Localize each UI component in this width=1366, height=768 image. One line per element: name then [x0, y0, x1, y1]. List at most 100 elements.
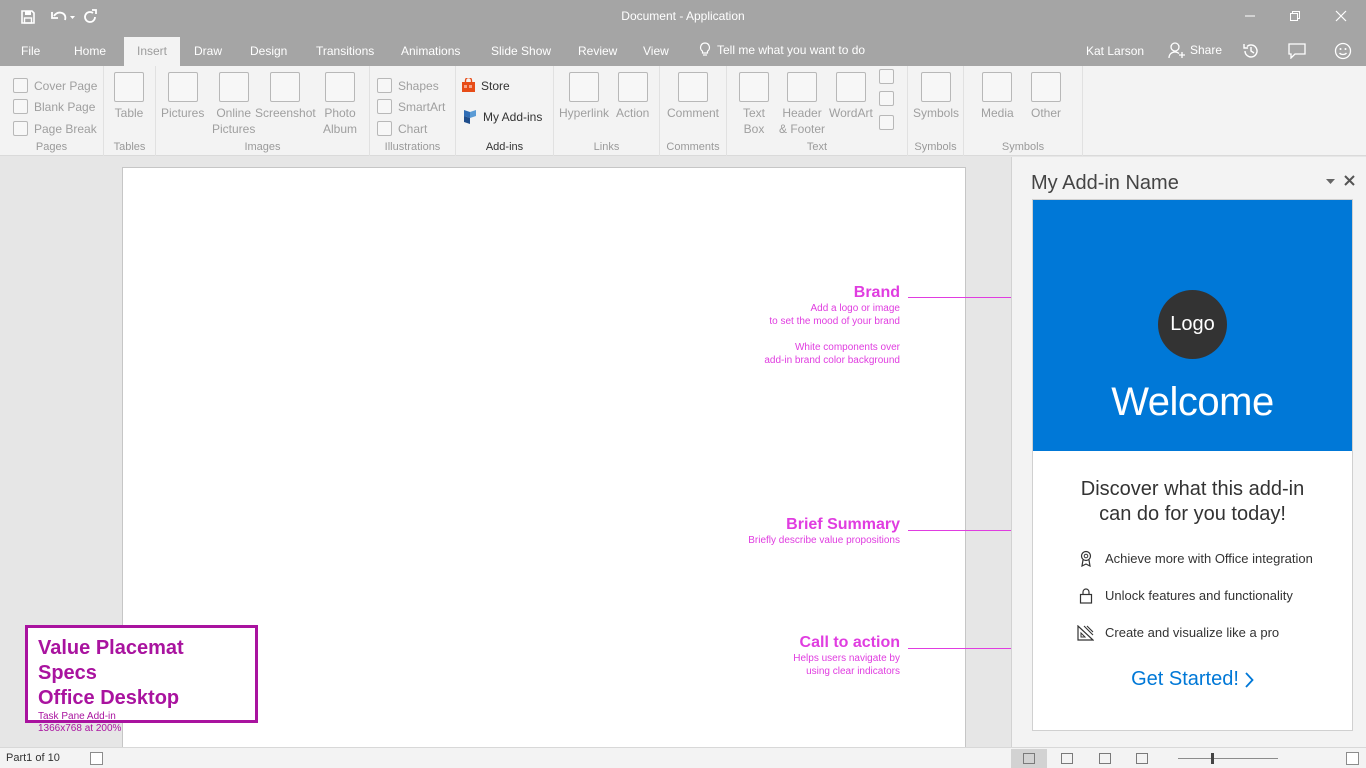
slide-sorter-view-icon: [1099, 753, 1111, 764]
tab-draw[interactable]: Draw: [194, 44, 222, 58]
online-pictures-icon: [218, 72, 249, 102]
ribbon-group-pages: Cover Page Blank Page Page Break Pages: [0, 66, 104, 156]
other-button[interactable]: Other: [1031, 72, 1061, 121]
annotation-cta-line1: Helps users navigate by: [793, 653, 900, 664]
group-label-links: Links: [593, 141, 620, 153]
tab-file[interactable]: File: [21, 44, 40, 58]
cover-page-button[interactable]: Cover Page: [13, 78, 97, 93]
close-window-button[interactable]: [1330, 6, 1352, 26]
text-small-icon-2: [879, 91, 894, 106]
annotation-summary: Brief Summary Briefly describe value pro…: [680, 516, 900, 547]
feature-text: Create and visualize like a pro: [1105, 625, 1280, 640]
user-name[interactable]: Kat Larson: [1086, 44, 1144, 58]
store-button[interactable]: Store: [461, 78, 510, 93]
tab-slide-show[interactable]: Slide Show: [491, 44, 551, 58]
shapes-button[interactable]: Shapes: [377, 78, 439, 93]
page-break-icon: [13, 121, 28, 136]
annotation-cta-heading: Call to action: [799, 634, 900, 651]
annotation-summary-line1: Briefly describe value propositions: [748, 535, 900, 546]
group-label-images: Images: [244, 141, 281, 153]
annotation-brand: Brand Add a logo or image to set the moo…: [700, 284, 900, 367]
text-small-button-1[interactable]: [879, 69, 894, 84]
tab-animations[interactable]: Animations: [401, 44, 460, 58]
restore-button[interactable]: [1284, 6, 1306, 26]
symbols-button[interactable]: Symbols: [913, 72, 959, 121]
fit-to-window-button[interactable]: [1346, 752, 1359, 765]
task-pane-menu-button[interactable]: [1325, 177, 1335, 187]
comments-button[interactable]: [1287, 41, 1307, 61]
zoom-slider-track[interactable]: [1178, 758, 1278, 759]
zoom-slider-thumb[interactable]: [1211, 753, 1214, 764]
feedback-button[interactable]: [1333, 41, 1353, 61]
header-footer-button[interactable]: Header & Footer: [779, 72, 825, 137]
feature-item: Create and visualize like a pro: [1077, 624, 1279, 641]
activity-history-button[interactable]: [1241, 41, 1261, 61]
pictures-button[interactable]: Pictures: [161, 72, 204, 121]
ribbon-group-symbols: Symbols Symbols: [908, 66, 964, 156]
get-started-label: Get Started!: [1131, 668, 1239, 690]
tell-me-search[interactable]: Tell me what you want to do: [699, 42, 865, 57]
brand-banner: Logo Welcome: [1033, 200, 1352, 451]
get-started-button[interactable]: Get Started!: [1033, 668, 1352, 691]
my-addins-button[interactable]: My Add-ins: [461, 109, 542, 124]
text-small-button-3[interactable]: [879, 115, 894, 130]
share-button[interactable]: Share: [1168, 41, 1222, 59]
action-button[interactable]: Action: [616, 72, 649, 121]
screenshot-button[interactable]: Screenshot: [255, 72, 316, 121]
online-pictures-button[interactable]: Online Pictures: [212, 72, 255, 137]
media-button[interactable]: Media: [981, 72, 1014, 121]
wordart-button[interactable]: WordArt: [829, 72, 873, 121]
normal-view-button[interactable]: [1011, 749, 1047, 768]
hyperlink-button[interactable]: Hyperlink: [559, 72, 609, 121]
tab-view[interactable]: View: [643, 44, 669, 58]
task-pane-close-button[interactable]: [1342, 173, 1356, 187]
hyperlink-icon: [569, 72, 599, 102]
annotation-brand-line4: add-in brand color background: [764, 355, 900, 366]
outline-view-button[interactable]: [1049, 749, 1085, 768]
group-label-addins: Add-ins: [485, 141, 524, 153]
symbols-label: Symbols: [913, 106, 960, 120]
ribbon-group-text: Text Box Header & Footer WordArt Text: [727, 66, 908, 156]
text-box-button[interactable]: Text Box: [739, 72, 769, 137]
table-button[interactable]: Table: [114, 72, 144, 121]
other-label: Other: [1031, 106, 1062, 120]
reading-view-icon: [1136, 753, 1148, 764]
lightbulb-icon: [699, 42, 711, 56]
proofing-status-button[interactable]: [90, 752, 103, 765]
tab-design[interactable]: Design: [250, 44, 287, 58]
summary-text: Discover what this add-in can do for you…: [1033, 477, 1352, 527]
chart-button[interactable]: Chart: [377, 121, 427, 136]
restore-icon: [1290, 11, 1300, 21]
reading-view-button[interactable]: [1124, 749, 1160, 768]
summary-line-2: can do for you today!: [1099, 503, 1286, 525]
tab-transitions[interactable]: Transitions: [316, 44, 374, 58]
smartart-button[interactable]: SmartArt: [377, 99, 445, 114]
photo-album-button[interactable]: Photo Album: [323, 72, 357, 137]
cover-page-label: Cover Page: [34, 78, 98, 93]
tab-home[interactable]: Home: [74, 44, 106, 58]
shapes-label: Shapes: [398, 78, 439, 93]
design-ruler-icon: [1077, 624, 1094, 641]
window-title: Document - Application: [621, 9, 745, 23]
ribbon-group-links: Hyperlink Action Links: [554, 66, 660, 156]
tell-me-label: Tell me what you want to do: [717, 42, 866, 57]
share-label: Share: [1190, 43, 1223, 57]
minimize-button[interactable]: [1239, 6, 1261, 26]
text-small-button-2[interactable]: [879, 91, 894, 106]
slide-sorter-view-button[interactable]: [1087, 749, 1123, 768]
comment-icon: [1288, 43, 1306, 59]
comment-button[interactable]: Comment: [667, 72, 719, 121]
pictures-label: Pictures: [161, 106, 205, 120]
page-break-button[interactable]: Page Break: [13, 121, 97, 136]
text-box-label-1: Text: [742, 106, 765, 120]
blank-page-button[interactable]: Blank Page: [13, 99, 95, 114]
shapes-icon: [377, 78, 392, 93]
tab-review[interactable]: Review: [578, 44, 617, 58]
wordart-label: WordArt: [829, 106, 873, 120]
tab-insert[interactable]: Insert: [124, 37, 181, 66]
chevron-right-icon: [1245, 671, 1254, 688]
spec-callout-box: Value Placemat Specs Office Desktop Task…: [25, 625, 258, 734]
text-box-icon: [739, 72, 769, 102]
group-label-pages: Pages: [35, 141, 68, 153]
page-count[interactable]: Part1 of 10: [6, 752, 60, 764]
